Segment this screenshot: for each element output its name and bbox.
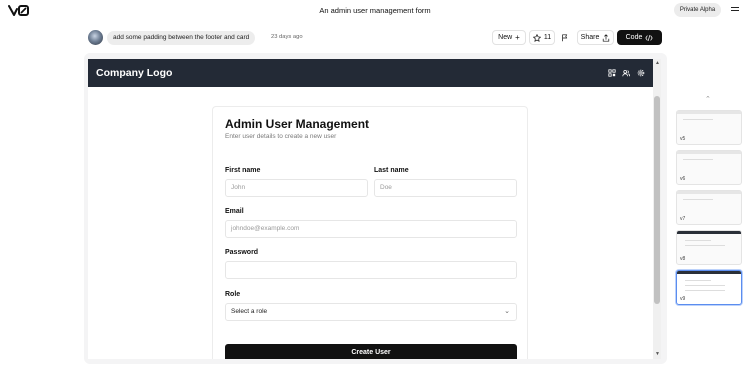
create-user-button[interactable]: Create User	[225, 344, 517, 359]
share-button-label: Share	[580, 34, 600, 41]
new-button-label: New	[498, 34, 513, 41]
qr-icon[interactable]	[608, 69, 616, 77]
version-thumbnail-v9[interactable]: v9	[676, 270, 742, 305]
private-alpha-badge[interactable]: Private Alpha	[674, 3, 721, 17]
prompt-bubble: add some padding between the footer and …	[107, 31, 256, 45]
chevron-up-icon[interactable]: ⌃	[705, 95, 711, 103]
email-input[interactable]: johndoe@example.com	[225, 220, 517, 238]
first-name-label: First name	[225, 167, 261, 174]
first-name-input[interactable]: John	[225, 179, 368, 197]
form-title: Admin User Management	[225, 117, 370, 131]
star-icon	[532, 33, 541, 42]
version-label: v8	[680, 256, 686, 262]
role-select[interactable]: Select a role ⌄	[225, 303, 517, 321]
email-label: Email	[225, 208, 244, 215]
star-button[interactable]: 11	[529, 30, 555, 45]
version-thumbnail-v5[interactable]: v5	[676, 110, 742, 145]
company-logo[interactable]: Company Logo	[96, 67, 172, 79]
version-label: v6	[680, 176, 686, 182]
password-input[interactable]	[225, 261, 517, 279]
new-button[interactable]: New +	[492, 30, 526, 45]
last-name-label: Last name	[374, 167, 409, 174]
hamburger-icon[interactable]	[730, 5, 740, 15]
version-label: v7	[680, 216, 686, 222]
version-label: v5	[680, 136, 686, 142]
users-icon[interactable]	[622, 69, 630, 77]
chevron-down-icon: ⌄	[504, 308, 510, 315]
share-button[interactable]: Share	[577, 30, 614, 45]
code-icon	[645, 34, 653, 41]
last-name-input[interactable]: Doe	[374, 179, 517, 197]
role-label: Role	[225, 291, 241, 298]
version-thumbnail-v7[interactable]: v7	[676, 190, 742, 225]
scrollbar-thumb[interactable]	[654, 96, 660, 304]
top-bar: An admin user management form Private Al…	[0, 0, 750, 22]
version-thumbnail-v6[interactable]: v6	[676, 150, 742, 185]
code-button-label: Code	[625, 34, 643, 41]
star-count: 11	[543, 34, 552, 41]
version-thumbnail-v8[interactable]: v8	[676, 230, 742, 265]
scroll-up-arrow-icon[interactable]: ▲	[655, 60, 660, 66]
flag-button[interactable]	[557, 30, 573, 45]
flag-icon	[562, 33, 568, 41]
preview-header: Company Logo	[88, 59, 653, 87]
form-subtitle: Enter user details to create a new user	[225, 133, 337, 140]
password-label: Password	[225, 249, 259, 256]
gear-icon[interactable]	[637, 69, 645, 77]
code-button[interactable]: Code	[617, 30, 662, 45]
page-title: An admin user management form	[319, 6, 431, 15]
role-select-value: Select a role	[231, 308, 268, 315]
avatar[interactable]	[88, 30, 103, 45]
timestamp: 23 days ago	[271, 34, 303, 40]
share-icon	[603, 33, 610, 42]
plus-icon: +	[515, 33, 520, 42]
preview-viewport[interactable]: Company Logo Admin User Management Enter…	[88, 59, 653, 359]
scroll-down-arrow-icon[interactable]: ▼	[655, 351, 660, 357]
version-label: v9	[680, 296, 686, 302]
user-form-card: Admin User Management Enter user details…	[212, 106, 528, 359]
